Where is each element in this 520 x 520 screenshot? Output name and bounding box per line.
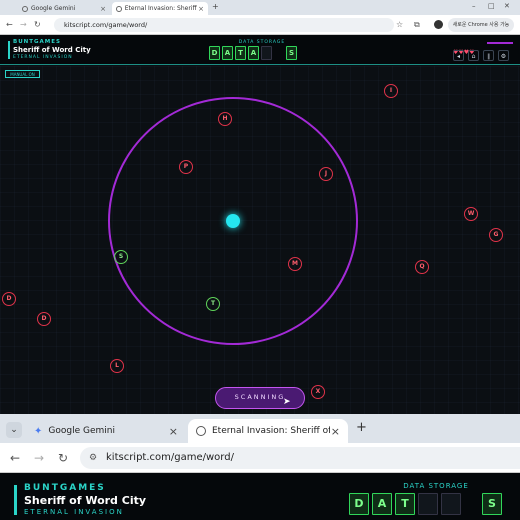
- site-info-icon[interactable]: ⚙: [89, 453, 97, 463]
- enemy-letter[interactable]: X: [311, 385, 325, 399]
- storage-slot: D: [349, 493, 369, 515]
- enemy-letter[interactable]: W: [464, 207, 478, 221]
- enemy-letter[interactable]: D: [37, 312, 51, 326]
- mouse-cursor-icon: ➤: [283, 397, 291, 407]
- reload-icon[interactable]: ↻: [34, 20, 41, 29]
- scanning-button[interactable]: SCANNING: [215, 387, 305, 409]
- storage-slot: [441, 493, 461, 515]
- manual-button[interactable]: MANUAL ON: [5, 70, 40, 78]
- brand-name: BUNTGAMES: [13, 39, 61, 45]
- captured-letter[interactable]: T: [206, 297, 220, 311]
- enemy-letter[interactable]: I: [384, 84, 398, 98]
- settings-icon[interactable]: ⚙: [498, 50, 509, 61]
- back-icon[interactable]: ←: [6, 20, 13, 29]
- close-icon[interactable]: ×: [100, 5, 106, 13]
- storage-slot: A: [248, 46, 259, 60]
- energy-bar: [487, 42, 513, 44]
- address-bar-zoomed: ← → ↻ kitscript.com/game/word/ ⚙: [0, 443, 520, 473]
- enemy-letter[interactable]: Q: [415, 260, 429, 274]
- maximize-button[interactable]: □: [488, 2, 495, 10]
- extensions-icon[interactable]: ⧉: [414, 20, 420, 30]
- back-icon[interactable]: ←: [10, 451, 20, 465]
- home-icon[interactable]: ⌂: [468, 50, 479, 61]
- forward-icon[interactable]: →: [34, 451, 44, 465]
- brand-name: BUNTGAMES: [24, 483, 106, 493]
- tab-label: Eternal Invasion: Sheriff of W: [212, 426, 330, 436]
- enemy-letter[interactable]: L: [110, 359, 124, 373]
- globe-icon: [116, 5, 122, 12]
- minimize-button[interactable]: –: [472, 2, 476, 10]
- storage-slot: [261, 46, 272, 60]
- forward-icon[interactable]: →: [20, 20, 27, 29]
- close-window-button[interactable]: ✕: [504, 2, 510, 10]
- tab-label: Google Gemini: [48, 426, 115, 436]
- enemy-letter[interactable]: M: [288, 257, 302, 271]
- reload-icon[interactable]: ↻: [58, 451, 68, 465]
- enemy-letter[interactable]: D: [2, 292, 16, 306]
- pause-icon[interactable]: ∥: [483, 50, 494, 61]
- globe-icon: [196, 426, 206, 436]
- storage-slot: T: [395, 493, 415, 515]
- tab-label: Google Gemini: [31, 5, 76, 12]
- brand-accent-bar: [14, 485, 17, 515]
- brand-accent-bar: [8, 41, 10, 59]
- data-storage-label: DATA STORAGE: [403, 482, 469, 490]
- storage-slot: T: [235, 46, 246, 60]
- game-subtitle: ETERNAL INVASION: [24, 508, 124, 516]
- enemy-letter[interactable]: P: [179, 160, 193, 174]
- tab-eternal-invasion[interactable]: Eternal Invasion: Sheriff of W ×: [188, 419, 348, 443]
- enemy-letter[interactable]: J: [319, 167, 333, 181]
- tab-google-gemini[interactable]: ✦ Google Gemini ×: [26, 419, 186, 443]
- tab-strip: Google Gemini × Eternal Invasion: Sherif…: [0, 0, 520, 15]
- sound-icon[interactable]: ◂: [453, 50, 464, 61]
- url-input[interactable]: kitscript.com/game/word/: [80, 447, 520, 469]
- enemy-letter[interactable]: G: [489, 228, 503, 242]
- gemini-icon: ✦: [34, 425, 43, 437]
- storage-slot: D: [209, 46, 220, 60]
- enemy-letter[interactable]: H: [218, 112, 232, 126]
- new-tab-button[interactable]: +: [356, 420, 367, 435]
- close-icon[interactable]: ×: [331, 425, 340, 438]
- chrome-update-button[interactable]: 새로운 Chrome 사용 가능: [448, 18, 514, 32]
- tab-eternal-invasion[interactable]: Eternal Invasion: Sheriff of W… ×: [112, 2, 208, 15]
- close-icon[interactable]: ×: [169, 425, 178, 438]
- tab-google-gemini[interactable]: Google Gemini ×: [18, 2, 110, 15]
- game-subtitle: ETERNAL INVASION: [13, 55, 73, 60]
- avatar[interactable]: [434, 20, 443, 29]
- captured-letter[interactable]: S: [114, 250, 128, 264]
- storage-slot: A: [222, 46, 233, 60]
- tab-search-icon[interactable]: ⌄: [6, 422, 22, 438]
- url-input[interactable]: kitscript.com/game/word/: [54, 18, 394, 32]
- address-bar-area: ← → ↻ kitscript.com/game/word/ ☆ ⧉ 새로운 C…: [0, 15, 520, 35]
- new-tab-button[interactable]: +: [212, 2, 219, 11]
- close-icon[interactable]: ×: [198, 5, 204, 13]
- player-core: [226, 214, 240, 228]
- storage-slot: A: [372, 493, 392, 515]
- game-title: Sheriff of Word City: [24, 494, 147, 507]
- tab-label: Eternal Invasion: Sheriff of W…: [124, 5, 198, 12]
- storage-slot: S: [286, 46, 297, 60]
- storage-slot: S: [482, 493, 502, 515]
- game-title: Sheriff of Word City: [13, 46, 91, 54]
- bookmark-star-icon[interactable]: ☆: [396, 20, 403, 29]
- data-storage-label: DATA STORAGE: [238, 40, 286, 45]
- storage-slot: [418, 493, 438, 515]
- gemini-icon: [22, 5, 28, 12]
